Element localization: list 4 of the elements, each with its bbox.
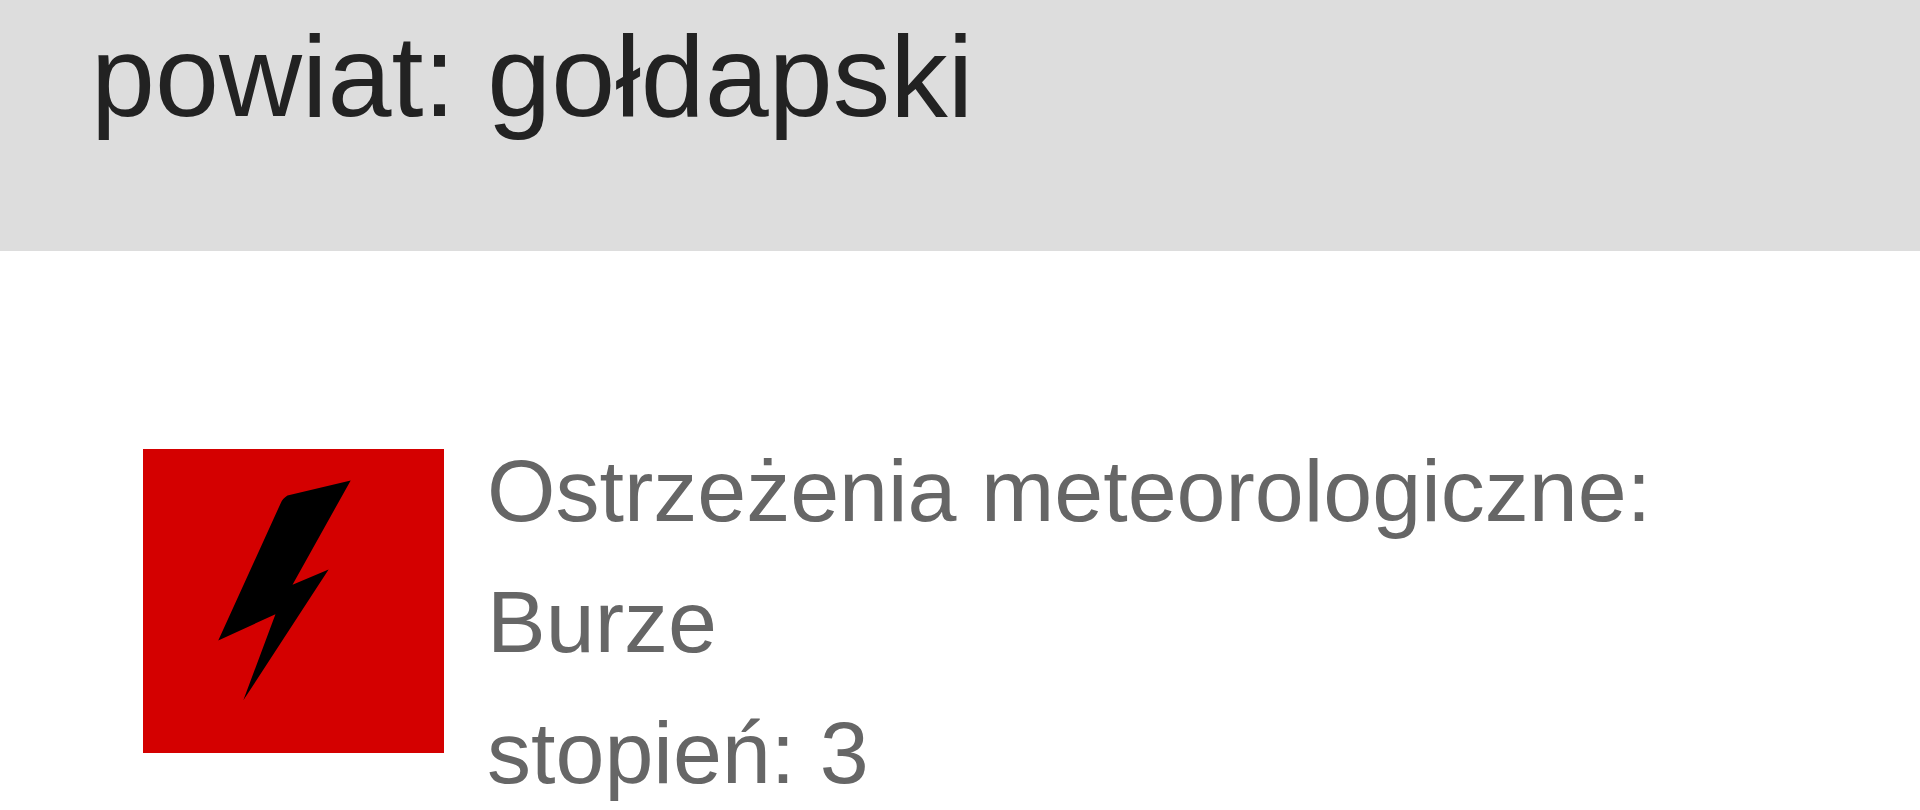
warning-degree: stopień: 3 (487, 702, 869, 804)
county-title: powiat: gołdapski (91, 12, 974, 140)
warning-type: Burze (487, 571, 717, 673)
warning-category: Ostrzeżenia meteorologiczne: (487, 440, 1652, 542)
